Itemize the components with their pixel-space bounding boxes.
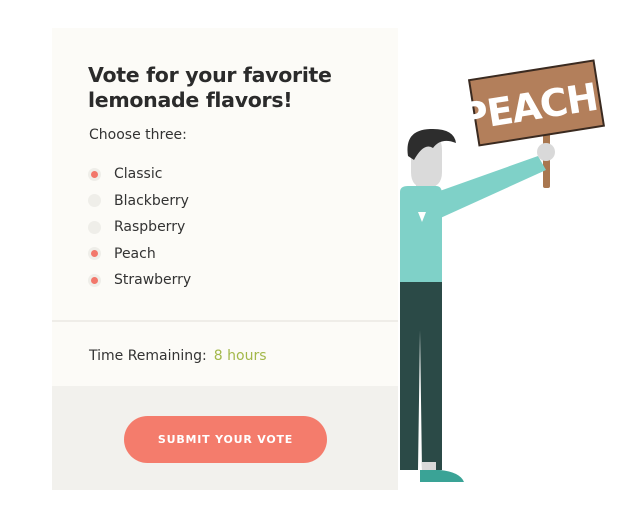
shoe [420, 470, 464, 482]
sign-board: PEACH! [457, 59, 617, 147]
legs [400, 282, 442, 470]
hand [537, 143, 555, 161]
protester-illustration: PEACH! [400, 59, 617, 482]
torso [400, 186, 442, 284]
